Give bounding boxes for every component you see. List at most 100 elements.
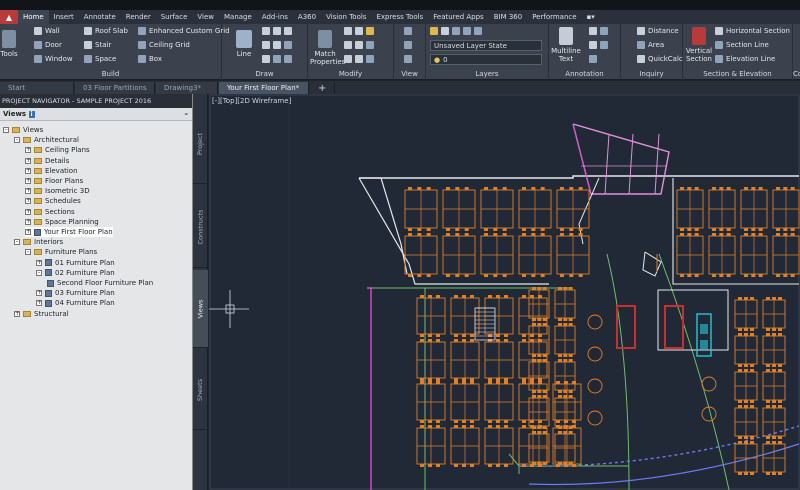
app-menu-button[interactable]: ▲ <box>0 10 18 24</box>
multiline-text-button[interactable]: Multiline Text <box>551 27 581 63</box>
move-button[interactable] <box>344 27 374 35</box>
tree-item[interactable]: - 02 Furniture Plan <box>36 268 115 278</box>
tree-item[interactable]: - Interiors <box>14 237 63 247</box>
dimension-button[interactable] <box>589 27 608 35</box>
new-tab-button[interactable]: + <box>310 82 336 94</box>
viewport-controls[interactable]: [-][Top][2D Wireframe] <box>212 97 291 105</box>
navigator-tab-sheets[interactable]: Sheets <box>193 350 208 430</box>
expand-toggle-icon[interactable]: + <box>25 198 31 205</box>
tree-item[interactable]: + Schedules <box>25 196 81 206</box>
keynote-button[interactable] <box>589 55 597 63</box>
tree-item[interactable]: +03 Furniture Plan <box>36 288 115 298</box>
tree-item[interactable]: + Your First Floor Plan <box>25 227 113 237</box>
ribbon-tab-express-tools[interactable]: Express Tools <box>371 10 428 24</box>
expand-toggle-icon[interactable]: + <box>36 259 42 266</box>
expand-toggle-icon[interactable]: + <box>25 188 31 195</box>
drawing-canvas[interactable]: [-][Top][2D Wireframe] <box>209 94 800 490</box>
ribbon-tab-annotate[interactable]: Annotate <box>79 10 121 24</box>
collapse-toggle-icon[interactable]: - <box>36 269 42 276</box>
expand-toggle-icon[interactable]: + <box>25 147 31 154</box>
layer-state-dropdown[interactable]: Unsaved Layer State <box>430 40 542 51</box>
expand-toggle-icon[interactable]: + <box>25 229 31 235</box>
vertical-section-button[interactable]: Vertical Section <box>685 27 713 63</box>
table-button[interactable] <box>589 41 608 49</box>
tree-item[interactable]: +01 Furniture Plan <box>36 258 115 268</box>
section-line-button[interactable]: Section Line <box>715 41 769 49</box>
stair-button[interactable]: Stair <box>84 41 111 49</box>
layer-properties-button[interactable] <box>430 27 482 35</box>
circle-button[interactable] <box>262 41 292 49</box>
door-button[interactable]: Door <box>34 41 62 49</box>
horizontal-section-button[interactable]: Horizontal Section <box>715 27 790 35</box>
collapse-toggle-icon[interactable]: - <box>25 249 31 256</box>
stretch-button[interactable] <box>344 55 374 63</box>
box-button[interactable]: Box <box>138 55 162 63</box>
view-tool-3[interactable] <box>404 55 412 63</box>
expand-toggle-icon[interactable]: + <box>36 300 42 307</box>
ribbon-tab-add-ins[interactable]: Add-ins <box>257 10 293 24</box>
ribbon-tab-surface[interactable]: Surface <box>156 10 193 24</box>
polyline-button[interactable] <box>262 27 292 35</box>
current-layer-dropdown[interactable]: ● 0 <box>430 54 542 65</box>
ribbon-tab-vision-tools[interactable]: Vision Tools <box>321 10 371 24</box>
tools-button[interactable]: Tools <box>0 30 18 58</box>
expand-toggle-icon[interactable]: + <box>25 167 31 174</box>
window-button[interactable]: Window <box>34 55 73 63</box>
collapse-toggle-icon[interactable]: - <box>14 137 20 144</box>
wall-button[interactable]: Wall <box>34 27 60 35</box>
tree-item[interactable]: + Elevation <box>25 166 78 176</box>
area-button[interactable]: Area <box>637 41 664 49</box>
expand-toggle-icon[interactable]: + <box>25 157 31 164</box>
elevation-line-button[interactable]: Elevation Line <box>715 55 775 63</box>
tree-item[interactable]: - Architectural <box>14 135 79 145</box>
expand-toggle-icon[interactable]: + <box>14 310 20 317</box>
copy-button[interactable] <box>344 41 374 49</box>
ribbon-tab-render[interactable]: Render <box>121 10 156 24</box>
ceiling-grid-button[interactable]: Ceiling Grid <box>138 41 190 49</box>
line-button[interactable]: Line <box>232 30 256 58</box>
tree-item[interactable]: + Ceiling Plans <box>25 145 90 155</box>
rectangle-button[interactable] <box>262 55 292 63</box>
file-tab-drawing3[interactable]: Drawing3* <box>156 82 218 94</box>
tree-item[interactable]: - Furniture Plans <box>25 247 97 257</box>
tree-item[interactable]: + Details <box>25 156 69 166</box>
tree-item[interactable]: + Isometric 3D <box>25 186 90 196</box>
match-properties-button[interactable]: Match Properties <box>310 30 345 66</box>
navigator-tab-views[interactable]: Views <box>193 270 208 348</box>
view-tool-2[interactable] <box>404 41 412 49</box>
file-tab-start[interactable]: Start <box>0 82 74 94</box>
ribbon-options-icon[interactable]: ▪▾ <box>582 10 600 24</box>
ribbon-tab-view[interactable]: View <box>192 10 219 24</box>
ribbon-tab-manage[interactable]: Manage <box>219 10 257 24</box>
expand-toggle-icon[interactable]: + <box>25 178 31 184</box>
ribbon-tab-insert[interactable]: Insert <box>49 10 79 24</box>
ribbon-tab-home[interactable]: Home <box>18 10 49 24</box>
expand-toggle-icon[interactable]: + <box>25 208 31 215</box>
tree-item[interactable]: Second Floor Furniture Plan <box>47 278 153 288</box>
file-tab-03-floor-partitions[interactable]: 03 Floor Partitions <box>75 82 155 94</box>
expand-toggle-icon[interactable]: + <box>36 290 42 297</box>
expand-toggle-icon[interactable]: + <box>25 218 31 225</box>
roof-slab-button[interactable]: Roof Slab <box>84 27 128 35</box>
tree-item[interactable]: + Space Planning <box>25 217 99 227</box>
tree-item[interactable]: +04 Furniture Plan <box>36 298 115 308</box>
ribbon-tab-a360[interactable]: A360 <box>293 10 321 24</box>
enhanced-custom-grid-button[interactable]: Enhanced Custom Grid <box>138 27 230 35</box>
collapse-toggle-icon[interactable]: - <box>14 239 20 246</box>
navigator-tab-constructs[interactable]: Constructs <box>193 186 208 268</box>
tree-item[interactable]: - Views <box>3 125 43 135</box>
ribbon-tab-bim-360[interactable]: BIM 360 <box>489 10 528 24</box>
collapse-icon[interactable]: – <box>185 110 189 118</box>
distance-button[interactable]: Distance <box>637 27 679 35</box>
ribbon-tab-featured-apps[interactable]: Featured Apps <box>428 10 488 24</box>
ribbon-tab-performance[interactable]: Performance <box>527 10 581 24</box>
tree-item[interactable]: + Floor Plans <box>25 176 83 186</box>
quickcalc-button[interactable]: QuickCalc <box>637 55 683 63</box>
file-tab-your-first-floor-plan[interactable]: Your First Floor Plan* <box>219 82 309 94</box>
collapse-toggle-icon[interactable]: - <box>3 127 9 133</box>
tree-item[interactable]: + Structural <box>14 309 69 319</box>
navigator-tab-project[interactable]: Project <box>193 104 208 184</box>
tree-item[interactable]: + Sections <box>25 207 75 217</box>
space-button[interactable]: Space <box>84 55 116 63</box>
view-tool-1[interactable] <box>404 27 412 35</box>
